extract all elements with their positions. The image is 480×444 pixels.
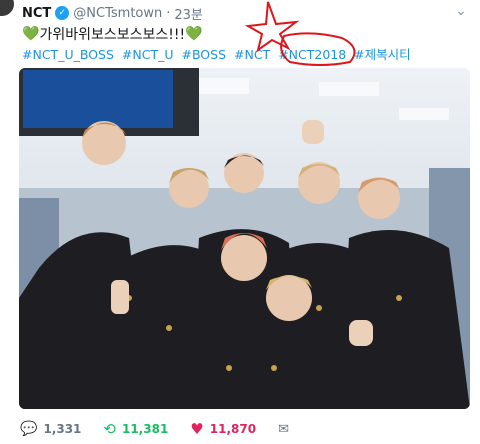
hashtag[interactable]: #NCT_U_BOSS: [22, 47, 114, 62]
hashtag-list: #NCT_U_BOSS #NCT_U #BOSS #NCT #NCT2018 #…: [22, 44, 415, 63]
like-count: 11,870: [209, 422, 257, 436]
display-name[interactable]: NCT: [22, 6, 51, 21]
tweet-text: 💚 가위바위보스보스보스!!! 💚: [22, 24, 203, 44]
tweet-header: NCT ✓ @NCTsmtown · 23분: [22, 4, 203, 23]
hashtag[interactable]: #NCT: [234, 47, 270, 62]
tweet-actions: 💬 1,331 ⟲ 11,381 ♥ 11,870 ✉: [20, 420, 311, 438]
chevron-down-icon[interactable]: ⌄: [452, 2, 470, 20]
mail-icon: ✉: [278, 421, 289, 437]
handle[interactable]: @NCTsmtown: [73, 6, 162, 21]
retweet-icon: ⟲: [103, 420, 116, 438]
hashtag[interactable]: #NCT_U: [122, 47, 174, 62]
green-heart-icon: 💚: [22, 26, 40, 42]
reply-button[interactable]: 💬 1,331: [20, 421, 81, 437]
tweet-photo[interactable]: [19, 68, 470, 409]
retweet-button[interactable]: ⟲ 11,381: [103, 420, 168, 438]
photo-illustration: [19, 68, 470, 409]
heart-icon: ♥: [190, 420, 204, 438]
retweet-count: 11,381: [121, 422, 169, 436]
hashtag[interactable]: #제복시티: [354, 47, 410, 62]
avatar[interactable]: [0, 0, 14, 16]
like-button[interactable]: ♥ 11,870: [190, 420, 256, 438]
hashtag[interactable]: #BOSS: [181, 47, 226, 62]
green-heart-icon: 💚: [185, 26, 203, 42]
timestamp[interactable]: 23분: [174, 4, 203, 23]
message-button[interactable]: ✉: [278, 422, 289, 437]
hashtag[interactable]: #NCT2018: [278, 47, 346, 62]
tweet-text-body: 가위바위보스보스보스!!!: [39, 27, 186, 43]
separator: ·: [166, 5, 171, 21]
verified-icon: ✓: [55, 6, 70, 20]
reply-icon: 💬: [20, 421, 38, 437]
reply-count: 1,331: [43, 422, 82, 436]
star-scribble: [244, 1, 300, 53]
